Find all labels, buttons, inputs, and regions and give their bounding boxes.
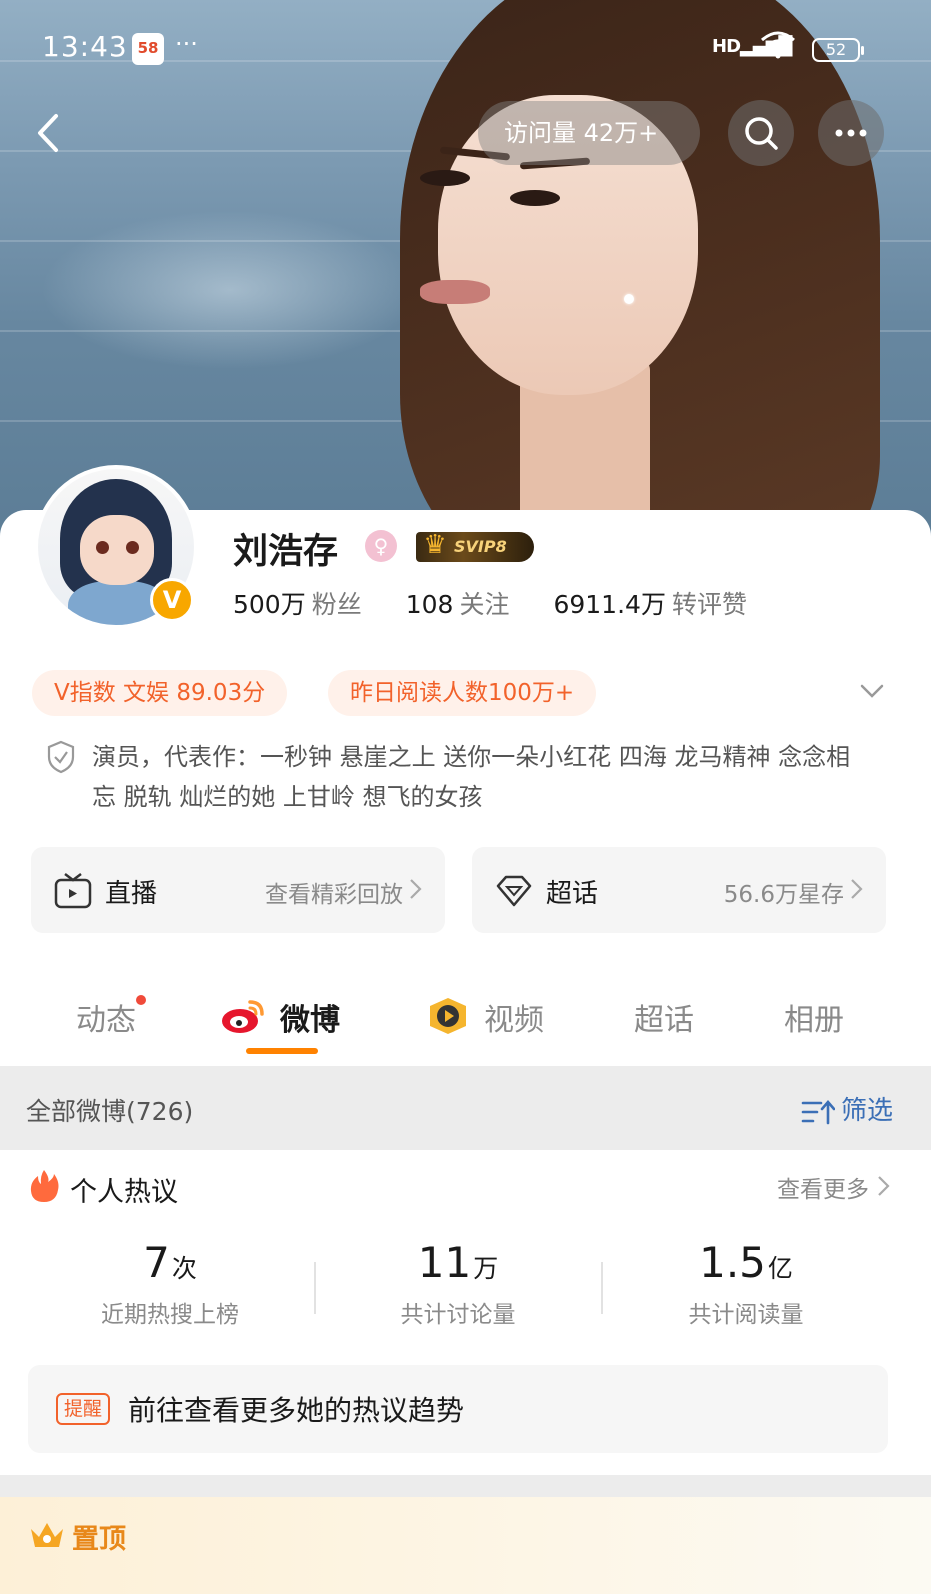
supertopic-subtitle: 56.6万星存 [723,882,844,908]
chevron-right-icon[interactable] [877,1174,891,1198]
network-label: HD [712,36,741,57]
chevron-down-icon[interactable] [858,677,886,705]
tab-weibo[interactable]: 微博 [280,995,340,1039]
search-button[interactable] [728,100,794,166]
hot-topics-section: 个人热议 查看更多 7次 近期热搜上榜 11万 共计讨论量 1.5亿 共计阅读量… [0,1150,931,1475]
reminder-badge: 提醒 [56,1393,111,1425]
active-tab-indicator [246,1048,318,1054]
live-subtitle: 查看精彩回放 [265,882,403,908]
back-button[interactable] [26,108,76,158]
app-58-icon: 58 [132,33,164,65]
crown-icon: ♛ [423,530,447,560]
verified-badge-icon: V [150,578,194,622]
profile-stats: 500万 粉丝 108 关注 6911.4万 转评赞 [233,585,791,621]
divider [601,1262,603,1314]
sea-highlight [40,210,420,370]
supertopic-shortcut[interactable]: 超话 56.6万星存 [472,847,886,933]
status-bar: 13:43 58 ··· HD▂▄▆█ 52 [0,0,931,96]
stat-interactions[interactable]: 6911.4万 转评赞 [553,585,747,621]
portrait-lips [420,280,490,304]
visits-counter[interactable]: 访问量 42万+ [478,101,700,165]
hot-stat-reads[interactable]: 1.5亿 共计阅读量 [606,1238,886,1329]
daily-readers-tag[interactable]: 昨日阅读人数100万+ [328,670,597,716]
flame-icon [30,1170,59,1202]
profile-name: 刘浩存 [233,532,339,572]
reminder-text: 前往查看更多她的热议趋势 [128,1394,465,1427]
wifi-icon [760,30,796,67]
more-button[interactable] [818,100,884,166]
female-icon: ♀ [365,530,397,562]
svip-label: SVIP8 [454,537,507,556]
portrait-earring [624,294,634,304]
filter-button[interactable]: 筛选 [801,1090,893,1127]
crown-icon [31,1523,63,1547]
chevron-right-icon [851,879,863,899]
hot-stat-search[interactable]: 7次 近期热搜上榜 [30,1238,310,1329]
tab-video[interactable]: 视频 [484,995,544,1039]
weibo-logo-icon [222,1000,264,1033]
search-icon [745,117,778,150]
portrait-eye [420,170,470,186]
chevron-right-icon [410,879,422,899]
hot-topics-more[interactable]: 查看更多 [777,1170,869,1204]
live-shortcut[interactable]: 直播 查看精彩回放 [31,847,445,933]
pinned-post-header: 置顶 [0,1497,931,1594]
status-more-dots: ··· [175,30,198,58]
battery-icon: 52 [812,38,864,62]
weibo-count: 全部微博(726) [26,1097,194,1126]
video-play-icon [430,998,466,1034]
more-dots-icon [835,129,867,137]
hot-stat-discussion[interactable]: 11万 共计讨论量 [318,1238,598,1329]
stat-following[interactable]: 108 关注 [406,585,510,621]
section-divider [0,1475,931,1497]
chevron-left-icon [38,114,58,152]
tab-album[interactable]: 相册 [784,995,844,1039]
tab-activity[interactable]: 动态 [76,995,146,1039]
divider [314,1262,316,1314]
tv-icon [54,873,92,909]
filter-bar: 全部微博(726) 筛选 [0,1066,931,1150]
status-time: 13:43 [42,30,128,63]
tab-supertopic[interactable]: 超话 [634,995,694,1039]
filter-icon [801,1099,836,1124]
diamond-icon [496,875,532,907]
supertopic-title: 超话 [546,879,599,909]
shield-icon [47,740,75,774]
hot-topics-title: 个人热议 [70,1177,178,1208]
pinned-label: 置顶 [72,1524,126,1555]
v-index-tag[interactable]: V指数 文娱 89.03分 [32,670,288,716]
stat-followers[interactable]: 500万 粉丝 [233,585,362,621]
portrait-eye [510,190,560,206]
trend-reminder[interactable]: 提醒 前往查看更多她的热议趋势 [28,1365,888,1453]
notification-dot [136,995,146,1005]
svip-badge[interactable]: ♛ SVIP8 [416,530,534,562]
live-title: 直播 [105,879,158,909]
profile-bio: 演员，代表作：一秒钟 悬崖之上 送你一朵小红花 四海 龙马精神 念念相忘 脱轨 … [92,743,851,811]
